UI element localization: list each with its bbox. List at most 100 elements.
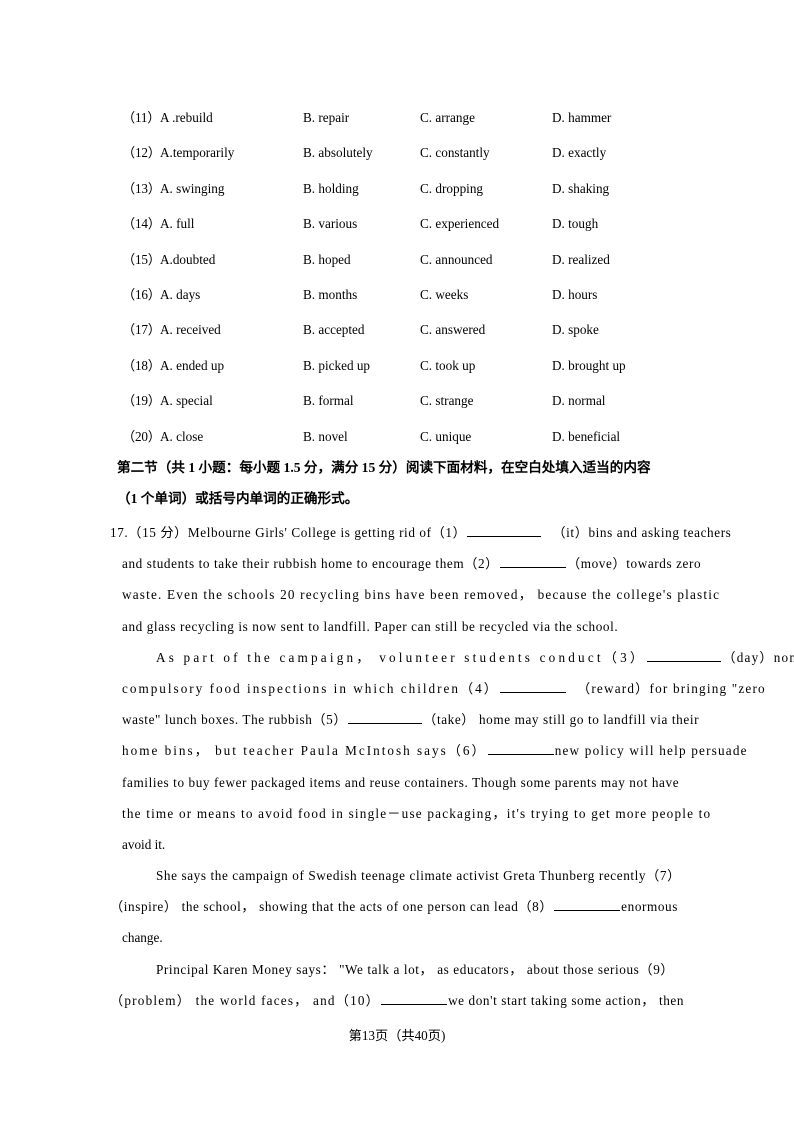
mc-row-14: （14） A. full B. various C. experienced D… bbox=[122, 206, 682, 241]
passage-line: She says the campaign of Swedish teenage… bbox=[156, 868, 681, 884]
passage-text: （it）bins and asking teachers bbox=[552, 525, 732, 540]
passage-text: new policy will help persuade bbox=[554, 743, 748, 759]
multiple-choice-block: （11） A .rebuild B. repair C. arrange D. … bbox=[122, 100, 682, 454]
mc-option-a[interactable]: A. full bbox=[160, 206, 194, 241]
passage-line: waste" lunch boxes. The rubbish（5） （take）… bbox=[122, 704, 698, 735]
mc-option-a[interactable]: A. swinging bbox=[160, 171, 224, 206]
mc-option-c[interactable]: C. constantly bbox=[420, 135, 490, 170]
mc-row-17: （17） A. received B. accepted C. answered… bbox=[122, 312, 682, 347]
mc-option-c[interactable]: C. arrange bbox=[420, 100, 475, 135]
mc-row-12: （12） A.temporarily B. absolutely C. cons… bbox=[122, 135, 682, 170]
passage-line: （problem） the world faces， and（10） we don… bbox=[110, 985, 683, 1016]
section-heading-line-2: （1 个单词）或括号内单词的正确形式。 bbox=[117, 491, 359, 506]
mc-option-c[interactable]: C. unique bbox=[420, 419, 471, 454]
mc-question-number: （18） bbox=[122, 357, 161, 373]
page-number-label: 第13页（共40页) bbox=[348, 1028, 446, 1043]
mc-option-c[interactable]: C. took up bbox=[420, 348, 475, 383]
mc-option-a[interactable]: A.doubted bbox=[160, 242, 215, 277]
passage-line: avoid it. bbox=[122, 836, 166, 852]
mc-option-a[interactable]: A.temporarily bbox=[160, 135, 234, 170]
passage-line: compulsory food inspections in which chi… bbox=[122, 673, 765, 704]
mc-option-b[interactable]: B. picked up bbox=[303, 348, 370, 383]
mc-option-b[interactable]: B. novel bbox=[303, 419, 348, 454]
mc-question-number: （15） bbox=[122, 251, 161, 267]
mc-option-d[interactable]: D. spoke bbox=[552, 312, 599, 347]
mc-option-d[interactable]: D. normal bbox=[552, 383, 605, 418]
mc-row-19: （19） A. special B. formal C. strange D. … bbox=[122, 383, 682, 418]
passage-line: waste. Even the schools 20 recycling bin… bbox=[122, 587, 721, 603]
fill-blank-8[interactable] bbox=[554, 897, 621, 912]
passage-text: As part of the campaign， volunteer stude… bbox=[156, 649, 647, 665]
passage-line: 17.（15 分）Melbourne Girls' College is get… bbox=[110, 517, 731, 548]
passage-text: （take） home may still go to landfill via… bbox=[423, 712, 700, 728]
mc-row-20: （20） A. close B. novel C. unique D. bene… bbox=[122, 419, 682, 454]
passage-line: and students to take their rubbish home … bbox=[122, 548, 701, 579]
fill-blank-5[interactable] bbox=[348, 710, 423, 725]
passage-line: the time or means to avoid food in singl… bbox=[122, 805, 712, 821]
mc-question-number: （20） bbox=[122, 428, 161, 444]
passage-text: and students to take their rubbish home … bbox=[122, 556, 499, 572]
fill-blank-10[interactable] bbox=[381, 991, 448, 1005]
passage-line: change. bbox=[122, 930, 163, 946]
fill-blank-4[interactable] bbox=[499, 679, 566, 693]
page-footer: 第13页（共40页) bbox=[0, 1025, 794, 1044]
section-heading-line-1: 第二节（共 1 小题：每小题 1.5 分，满分 15 分）阅读下面材料，在空白处… bbox=[117, 460, 651, 475]
mc-row-16: （16） A. days B. months C. weeks D. hours bbox=[122, 277, 682, 312]
mc-option-c[interactable]: C. strange bbox=[420, 383, 473, 418]
passage-text: we don't start taking some action， then bbox=[448, 992, 685, 1008]
mc-option-c[interactable]: C. experienced bbox=[420, 206, 499, 241]
fill-blank-3[interactable] bbox=[647, 648, 722, 662]
mc-row-11: （11） A .rebuild B. repair C. arrange D. … bbox=[122, 100, 682, 135]
mc-option-a[interactable]: A. received bbox=[160, 312, 221, 347]
mc-question-number: （12） bbox=[122, 145, 161, 161]
mc-option-d[interactable]: D. hammer bbox=[552, 100, 611, 135]
passage-block: 17.（15 分）Melbourne Girls' College is get… bbox=[110, 517, 794, 1016]
passage-line: families to buy fewer packaged items and… bbox=[122, 774, 680, 790]
mc-row-15: （15） A.doubted B. hoped C. announced D. … bbox=[122, 242, 682, 277]
mc-option-a[interactable]: A .rebuild bbox=[160, 100, 213, 135]
passage-line: and glass recycling is now sent to landf… bbox=[122, 618, 619, 634]
mc-option-c[interactable]: C. answered bbox=[420, 312, 485, 347]
mc-option-d[interactable]: D. brought up bbox=[552, 348, 626, 383]
mc-question-number: （19） bbox=[122, 393, 161, 409]
mc-option-a[interactable]: A. days bbox=[160, 277, 200, 312]
mc-question-number: （17） bbox=[122, 322, 161, 338]
mc-option-b[interactable]: B. various bbox=[303, 206, 357, 241]
mc-row-13: （13） A. swinging B. holding C. dropping … bbox=[122, 171, 682, 206]
passage-line: home bins， but teacher Paula McIntosh sa… bbox=[122, 735, 747, 766]
mc-option-d[interactable]: D. shaking bbox=[552, 171, 609, 206]
passage-text: 17.（15 分）Melbourne Girls' College is get… bbox=[110, 525, 467, 540]
mc-option-a[interactable]: A. ended up bbox=[160, 348, 224, 383]
passage-line: As part of the campaign， volunteer stude… bbox=[122, 642, 794, 673]
mc-option-a[interactable]: A. close bbox=[160, 419, 203, 454]
passage-text: （day）non－ bbox=[722, 649, 794, 665]
mc-option-c[interactable]: C. dropping bbox=[420, 171, 483, 206]
mc-row-18: （18） A. ended up B. picked up C. took up… bbox=[122, 348, 682, 383]
passage-line: （inspire） the school， showing that the a… bbox=[110, 891, 679, 922]
mc-option-b[interactable]: B. hoped bbox=[303, 242, 351, 277]
fill-blank-1[interactable] bbox=[467, 523, 542, 537]
passage-text: （reward）for bringing "zero bbox=[576, 680, 766, 696]
passage-text: waste" lunch boxes. The rubbish（5） bbox=[122, 712, 348, 728]
passage-text: compulsory food inspections in which chi… bbox=[122, 680, 499, 696]
mc-question-number: （11） bbox=[122, 110, 161, 125]
mc-option-d[interactable]: D. exactly bbox=[552, 135, 606, 170]
mc-option-b[interactable]: B. absolutely bbox=[303, 135, 373, 170]
mc-option-b[interactable]: B. holding bbox=[303, 171, 359, 206]
mc-option-a[interactable]: A. special bbox=[160, 383, 213, 418]
mc-option-d[interactable]: D. tough bbox=[552, 206, 598, 241]
mc-option-d[interactable]: D. beneficial bbox=[552, 419, 620, 454]
mc-option-c[interactable]: C. weeks bbox=[420, 277, 468, 312]
mc-option-d[interactable]: D. hours bbox=[552, 277, 597, 312]
mc-option-b[interactable]: B. months bbox=[303, 277, 357, 312]
mc-option-d[interactable]: D. realized bbox=[552, 242, 610, 277]
mc-option-c[interactable]: C. announced bbox=[420, 242, 493, 277]
fill-blank-6[interactable] bbox=[487, 741, 554, 756]
mc-question-number: （14） bbox=[122, 216, 161, 232]
passage-text: enormous bbox=[621, 899, 678, 915]
mc-option-b[interactable]: B. accepted bbox=[303, 312, 365, 347]
mc-option-b[interactable]: B. formal bbox=[303, 383, 354, 418]
passage-text: （inspire） the school， showing that the a… bbox=[110, 899, 554, 915]
fill-blank-2[interactable] bbox=[499, 554, 566, 569]
mc-option-b[interactable]: B. repair bbox=[303, 100, 349, 135]
